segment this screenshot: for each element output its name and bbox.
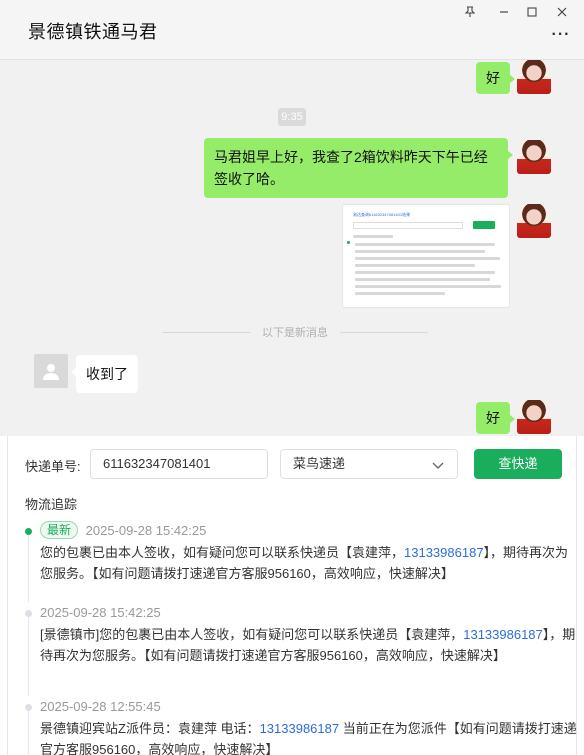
tracking-number-input[interactable]: 611632347081401 xyxy=(90,449,268,479)
contact-avatar[interactable] xyxy=(34,354,68,388)
event-description: [景德镇市]您的包裹已由本人签收，如有疑问您可以联系快递员【袁建萍，131339… xyxy=(40,627,576,663)
event-description: 景德镇迎宾站Z派件员：袁建萍 电话：13133986187 当前正在为您派件【如… xyxy=(40,721,577,755)
title-bar: 景德镇铁通马君 ··· xyxy=(0,0,584,60)
carrier-select-value: 菜鸟速递 xyxy=(293,456,346,471)
close-icon[interactable] xyxy=(550,2,574,22)
timeline-dot-active xyxy=(25,528,32,535)
message-timestamp: 9:35 xyxy=(278,108,306,126)
chat-message-area[interactable]: 好 9:35 马君姐早上好，我查了2箱饮料昨天下午已经签收了哈。 易达查询611… xyxy=(0,60,584,436)
carrier-select[interactable]: 菜鸟速递 xyxy=(280,449,458,479)
courier-phone-link[interactable]: 13133986187 xyxy=(463,627,543,642)
timeline-item: 最新 2025-09-28 15:42:25 您的包裹已由本人签收，如有疑问您可… xyxy=(25,520,570,602)
courier-phone-link[interactable]: 13133986187 xyxy=(260,721,340,736)
query-tracking-button[interactable]: 查快递 xyxy=(474,449,562,479)
logistics-tracking-title: 物流追踪 xyxy=(25,497,78,512)
screenshot-title: 易达查询611632347081401结果 xyxy=(353,212,411,217)
event-description: 您的包裹已由本人签收，如有疑问您可以联系快递员【袁建萍，13133986187】… xyxy=(40,545,569,581)
timeline-item: 2025-09-28 15:42:25 [景德镇市]您的包裹已由本人签收，如有疑… xyxy=(25,602,575,696)
timeline-item: 2025-09-28 12:55:45 景德镇迎宾站Z派件员：袁建萍 电话：13… xyxy=(25,696,577,755)
message-bubble-received[interactable]: 收到了 xyxy=(71,355,138,393)
my-avatar[interactable] xyxy=(517,60,551,94)
more-options-button[interactable]: ··· xyxy=(548,26,574,46)
minimize-icon[interactable] xyxy=(492,2,516,22)
screenshot-image-message[interactable]: 易达查询611632347081401结果 xyxy=(342,204,510,308)
courier-phone-link[interactable]: 13133986187 xyxy=(404,545,484,560)
latest-badge: 最新 xyxy=(40,521,79,539)
maximize-icon[interactable] xyxy=(520,2,544,22)
message-bubble-sent[interactable]: 好 xyxy=(476,402,515,434)
timeline-dot xyxy=(25,704,32,711)
new-messages-divider: 以下是新消息 xyxy=(150,322,440,342)
tracking-panel: 快递单号: 611632347081401 菜鸟速递 查快递 物流追踪 最新 2… xyxy=(7,436,577,755)
pin-icon[interactable] xyxy=(458,2,482,22)
timeline-dot xyxy=(25,610,32,617)
tracking-timeline: 最新 2025-09-28 15:42:25 您的包裹已由本人签收，如有疑问您可… xyxy=(25,520,577,755)
chevron-down-icon xyxy=(432,462,444,469)
event-time: 2025-09-28 15:42:25 xyxy=(85,523,207,538)
tracking-number-label: 快递单号: xyxy=(25,459,81,474)
message-bubble-sent[interactable]: 马君姐早上好，我查了2箱饮料昨天下午已经签收了哈。 xyxy=(204,138,513,198)
my-avatar[interactable] xyxy=(517,140,551,174)
event-time: 2025-09-28 12:55:45 xyxy=(40,699,161,714)
event-time: 2025-09-28 15:42:25 xyxy=(40,605,161,620)
my-avatar[interactable] xyxy=(517,400,551,434)
chat-title: 景德镇铁通马君 xyxy=(28,22,158,42)
my-avatar[interactable] xyxy=(517,204,551,238)
message-bubble-sent[interactable]: 好 xyxy=(476,62,515,94)
user-placeholder-icon xyxy=(43,364,59,380)
